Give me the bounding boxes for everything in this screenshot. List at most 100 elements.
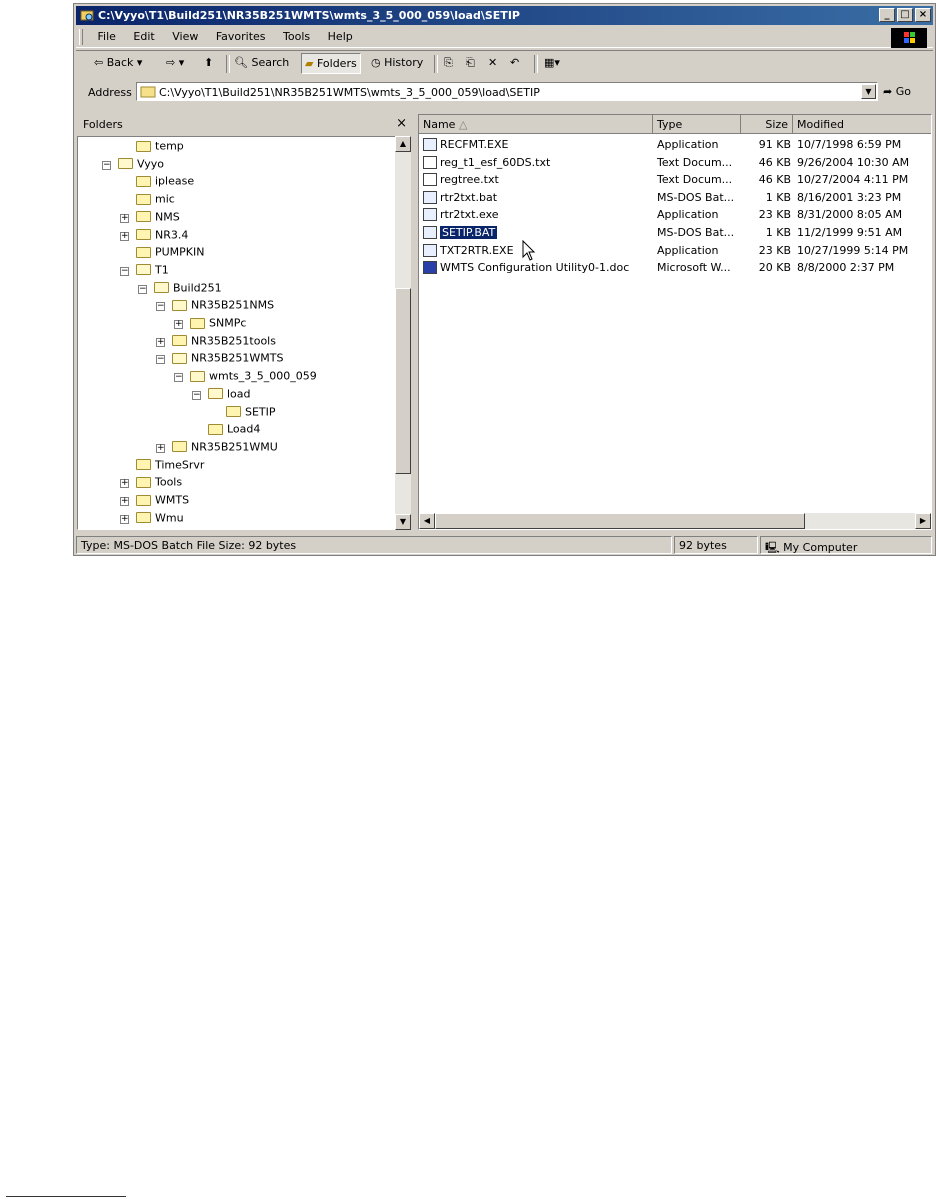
back-label: Back xyxy=(106,56,134,69)
file-row[interactable]: TXT2RTR.EXE Application 23 KB 10/27/1999 5:… xyxy=(419,242,931,259)
tree-node[interactable]: PUMPKIN xyxy=(136,245,205,262)
up-folder-icon[interactable]: ⬆ xyxy=(204,56,213,69)
forward-button[interactable]: ⇨ ▾ xyxy=(166,56,184,69)
search-icon: 🔍︎ xyxy=(234,56,252,69)
collapse-icon[interactable]: − xyxy=(192,390,201,400)
scroll-up-button[interactable]: ▲ xyxy=(395,136,411,152)
search-button[interactable]: 🔍︎ Search xyxy=(234,56,289,69)
expand-icon[interactable]: + xyxy=(120,479,129,489)
tree-node[interactable]: Load4 xyxy=(208,422,260,439)
tree-node[interactable]: − Build251 xyxy=(138,281,222,298)
file-row[interactable]: regtree.txt Text Docum... 46 KB 10/27/2004 … xyxy=(419,171,931,188)
column-header-type[interactable]: Type xyxy=(653,115,741,134)
undo-icon[interactable]: ↶ xyxy=(510,56,519,69)
back-button[interactable]: ⇦ Back ▾ xyxy=(94,56,142,69)
file-list[interactable]: Name △ Type Size Modified RECFMT.EXE Appl… xyxy=(418,114,932,530)
tree-node[interactable]: − T1 xyxy=(120,263,169,280)
menu-tools[interactable]: Tools xyxy=(276,27,317,43)
menu-favorites[interactable]: Favorites xyxy=(209,27,273,43)
expand-icon[interactable]: + xyxy=(156,443,165,453)
tree-node[interactable]: − load xyxy=(192,387,251,404)
folders-pane-title: Folders xyxy=(83,118,123,131)
file-list-horizontal-scrollbar[interactable]: ◀ ▶ xyxy=(419,513,931,529)
delete-icon[interactable]: ✕ xyxy=(488,56,497,69)
expand-icon[interactable]: + xyxy=(156,337,165,347)
file-type: Text Docum... xyxy=(657,173,733,187)
maximize-button[interactable]: □ xyxy=(897,8,913,22)
tree-node-label: TimeSrvr xyxy=(155,458,205,472)
collapse-icon[interactable]: − xyxy=(174,373,183,383)
copy-to-icon[interactable]: ⎗ xyxy=(466,56,475,70)
file-row[interactable]: SETIP.BAT MS-DOS Bat... 1 KB 11/2/1999 9:51… xyxy=(419,224,931,241)
scroll-thumb[interactable] xyxy=(395,288,411,474)
views-icon[interactable]: ▦▾ xyxy=(544,56,560,69)
expand-icon[interactable]: + xyxy=(120,213,129,223)
tree-node[interactable]: + Wmu xyxy=(120,511,184,528)
column-header-size[interactable]: Size xyxy=(741,115,793,134)
file-type: Text Docum... xyxy=(657,155,733,169)
tree-node[interactable]: mic xyxy=(136,192,175,209)
address-input[interactable]: C:\Vyyo\T1\Build251\NR35B251WMTS\wmts_3_… xyxy=(136,82,878,101)
file-row[interactable]: WMTS Configuration Utility0-1.doc Microso… xyxy=(419,259,931,276)
collapse-icon[interactable]: − xyxy=(138,284,147,294)
column-header-name[interactable]: Name △ xyxy=(419,115,653,134)
menu-view[interactable]: View xyxy=(165,27,205,43)
folder-tree-scrollbar[interactable]: ▲ ▼ xyxy=(395,136,411,530)
folders-pane-close-button[interactable]: × xyxy=(396,116,407,131)
tree-node[interactable]: + NMS xyxy=(120,210,180,227)
collapse-icon[interactable]: − xyxy=(156,355,165,365)
expand-icon[interactable]: + xyxy=(174,320,183,329)
horizontal-scroll-thumb[interactable] xyxy=(435,513,805,529)
folder-tree[interactable]: temp − Vyyo iplease mic + NMS + NR3.4 PUMPKIN − T1−… xyxy=(77,136,397,530)
tree-node-label: Wmu xyxy=(155,511,184,525)
address-dropdown-button[interactable]: ▼ xyxy=(861,84,876,99)
close-button[interactable]: × xyxy=(915,8,931,22)
expand-icon[interactable]: + xyxy=(120,497,129,506)
file-row[interactable]: reg_t1_esf_60DS.txt Text Docum... 46 KB 9/2… xyxy=(419,154,931,171)
tree-node[interactable]: TimeSrvr xyxy=(136,458,204,475)
menu-edit[interactable]: Edit xyxy=(126,27,161,43)
expand-icon[interactable]: + xyxy=(120,231,129,241)
file-row[interactable]: rtr2txt.bat MS-DOS Bat... 1 KB 8/16/2001 3:… xyxy=(419,189,931,206)
minimize-button[interactable]: _ xyxy=(879,8,895,22)
tree-node[interactable]: temp xyxy=(136,139,184,156)
address-value: C:\Vyyo\T1\Build251\NR35B251WMTS\wmts_3_… xyxy=(159,86,540,99)
file-name: RECFMT.EXE xyxy=(440,138,509,151)
tree-node[interactable]: − Vyyo xyxy=(102,157,164,174)
expand-icon[interactable]: + xyxy=(120,514,129,524)
collapse-icon[interactable]: − xyxy=(102,160,111,170)
go-button[interactable]: ➦ Go xyxy=(883,85,911,98)
tree-node[interactable]: + NR3.4 xyxy=(120,228,188,245)
tree-node[interactable]: + NR35B251tools xyxy=(156,334,276,351)
menu-bar: File Edit View Favorites Tools Help xyxy=(76,27,933,48)
move-to-icon[interactable]: ⎘ xyxy=(444,56,453,70)
scroll-right-button[interactable]: ▶ xyxy=(915,513,931,529)
tree-node[interactable]: − wmts_3_5_000_059 xyxy=(174,369,317,386)
history-button[interactable]: ◷ History xyxy=(371,56,423,69)
tree-node-label: NR35B251WMU xyxy=(191,440,278,454)
column-header-modified[interactable]: Modified xyxy=(793,115,931,134)
menu-help[interactable]: Help xyxy=(321,27,360,43)
folders-button[interactable]: ▰ Folders xyxy=(301,53,361,74)
tree-node[interactable]: − NR35B251NMS xyxy=(156,298,275,315)
scroll-down-button[interactable]: ▼ xyxy=(395,514,411,530)
tree-node[interactable]: iplease xyxy=(136,174,194,191)
folder-icon xyxy=(136,229,151,240)
tree-node[interactable]: − NR35B251WMTS xyxy=(156,351,283,368)
tree-node[interactable]: + NR35B251WMU xyxy=(156,440,278,457)
tree-node[interactable]: + WMTS xyxy=(120,493,189,510)
tree-node[interactable]: SETIP xyxy=(226,405,276,422)
folder-icon xyxy=(136,140,151,152)
folder-icon xyxy=(136,459,151,471)
file-row[interactable]: RECFMT.EXE Application 91 KB 10/7/1998 6:59… xyxy=(419,136,931,153)
collapse-icon[interactable]: − xyxy=(120,266,129,276)
tree-node-label: NR35B251NMS xyxy=(191,298,275,312)
file-row[interactable]: rtr2txt.exe Application 23 KB 8/31/2000 8:0… xyxy=(419,206,931,223)
tree-node[interactable]: + Tools xyxy=(120,475,182,492)
scroll-left-button[interactable]: ◀ xyxy=(419,513,435,529)
tree-node[interactable]: + SNMPc xyxy=(174,316,246,333)
menu-file[interactable]: File xyxy=(91,27,123,43)
title-bar[interactable]: C:\Vyyo\T1\Build251\NR35B251WMTS\wmts_3_… xyxy=(76,6,933,25)
app-file-icon xyxy=(423,138,437,151)
collapse-icon[interactable]: − xyxy=(156,302,165,312)
